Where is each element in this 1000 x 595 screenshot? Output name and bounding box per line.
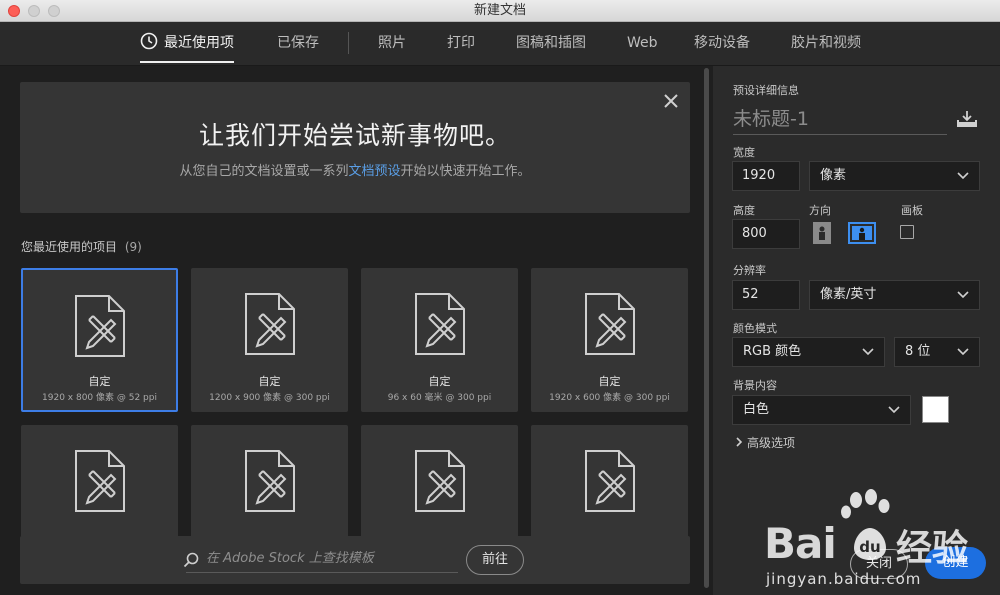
tab-divider	[348, 32, 349, 54]
bit-depth-select[interactable]: 8 位	[894, 337, 980, 367]
window-close-button[interactable]	[8, 5, 20, 17]
recent-item-meta: 96 x 60 毫米 @ 300 ppi	[387, 393, 492, 403]
orientation-label: 方向	[809, 204, 831, 217]
recent-item-meta: 1200 x 900 像素 @ 300 ppi	[209, 393, 330, 403]
preset-details-header: 预设详细信息	[733, 84, 799, 97]
landscape-icon	[848, 222, 876, 244]
resolution-input[interactable]: 52	[732, 280, 800, 310]
landscape-orientation-button[interactable]	[848, 221, 876, 245]
tab-mobile[interactable]: 移动设备	[694, 22, 750, 65]
tab-web[interactable]: Web	[627, 22, 658, 65]
background-value: 白色	[743, 402, 770, 417]
document-file-icon	[74, 450, 125, 512]
color-mode-value: RGB 颜色	[743, 344, 802, 359]
width-label: 宽度	[733, 146, 755, 159]
recent-items-label: 您最近使用的项目 (9)	[21, 238, 142, 255]
document-presets-link[interactable]: 文档预设	[348, 164, 400, 179]
tab-recent-label: 最近使用项	[164, 35, 234, 51]
color-mode-select[interactable]: RGB 颜色	[732, 337, 885, 367]
document-file-icon	[414, 293, 465, 355]
resolution-unit-select[interactable]: 像素/英寸	[809, 280, 980, 310]
window-minimize-button[interactable]	[28, 5, 40, 17]
background-color-swatch[interactable]	[922, 396, 949, 423]
portrait-icon	[813, 222, 831, 244]
recent-item-name: 自定	[428, 375, 451, 388]
close-button[interactable]: 关闭	[850, 549, 908, 579]
welcome-title: 让我们开始尝试新事物吧。	[198, 121, 511, 150]
welcome-banner: 让我们开始尝试新事物吧。 从您自己的文档设置或一系列文档预设开始以快速开始工作。	[20, 82, 690, 213]
document-file-icon	[414, 450, 465, 512]
recent-items-title: 您最近使用的项目	[21, 240, 118, 254]
document-file-icon	[244, 293, 295, 355]
document-file-icon	[74, 295, 125, 357]
width-unit-select[interactable]: 像素	[809, 161, 980, 191]
recent-item-name: 自定	[88, 375, 111, 388]
welcome-subtitle: 从您自己的文档设置或一系列文档预设开始以快速开始工作。	[20, 160, 690, 179]
chevron-down-icon	[888, 406, 900, 414]
recent-item-name: 自定	[258, 375, 281, 388]
tab-photo[interactable]: 照片	[378, 22, 406, 65]
tab-print[interactable]: 打印	[447, 22, 475, 65]
tab-recent[interactable]: 最近使用项	[140, 22, 234, 65]
stock-search-input[interactable]	[186, 545, 458, 573]
recent-item-card[interactable]: 自定 1200 x 900 像素 @ 300 ppi	[191, 268, 348, 412]
height-input[interactable]: 800	[732, 219, 800, 249]
bit-depth-value: 8 位	[905, 344, 931, 359]
tab-saved[interactable]: 已保存	[277, 22, 319, 65]
chevron-right-icon	[736, 437, 743, 447]
recent-item-meta: 1920 x 600 像素 @ 300 ppi	[549, 393, 670, 403]
create-button[interactable]: 创建	[925, 547, 986, 579]
portrait-orientation-button[interactable]	[811, 221, 835, 245]
close-icon[interactable]	[662, 92, 680, 110]
recent-item-meta: 1920 x 800 像素 @ 52 ppi	[42, 393, 157, 403]
save-preset-icon[interactable]	[957, 110, 977, 128]
background-select[interactable]: 白色	[732, 395, 911, 425]
window-title: 新建文档	[473, 3, 526, 18]
advanced-options-label: 高级选项	[747, 436, 796, 450]
welcome-sub-text: 从您自己的文档设置或一系列	[179, 164, 349, 179]
recent-item-name: 自定	[598, 375, 621, 388]
height-label: 高度	[733, 204, 755, 217]
color-mode-label: 颜色模式	[733, 322, 777, 335]
go-button[interactable]: 前往	[466, 545, 524, 575]
artboard-label: 画板	[901, 204, 923, 217]
recent-items-count: (9)	[124, 240, 142, 254]
clock-icon	[140, 32, 158, 50]
document-file-icon	[244, 450, 295, 512]
category-tabbar: 最近使用项 已保存 照片 打印 图稿和插图 Web 移动设备 胶片和视频	[0, 22, 1000, 66]
window-titlebar: 新建文档	[0, 0, 1000, 22]
width-input[interactable]: 1920	[732, 161, 800, 191]
scrollbar[interactable]	[704, 68, 709, 588]
recent-item-card[interactable]: 自定 1920 x 600 像素 @ 300 ppi	[531, 268, 688, 412]
document-file-icon	[584, 293, 635, 355]
document-name-field[interactable]: 未标题-1	[733, 106, 947, 135]
tab-art-illustration[interactable]: 图稿和插图	[516, 22, 586, 65]
width-unit-value: 像素	[820, 168, 847, 183]
artboard-checkbox[interactable]	[900, 225, 914, 239]
document-file-icon	[584, 450, 635, 512]
background-label: 背景内容	[733, 379, 777, 392]
tab-film-video[interactable]: 胶片和视频	[791, 22, 861, 65]
welcome-sub-text-end: 开始以快速开始工作。	[400, 164, 531, 179]
recent-item-card[interactable]: 自定 96 x 60 毫米 @ 300 ppi	[361, 268, 518, 412]
chevron-down-icon	[957, 348, 969, 356]
chevron-down-icon	[862, 348, 874, 356]
resolution-unit-value: 像素/英寸	[820, 287, 877, 302]
window-maximize-button[interactable]	[48, 5, 60, 17]
recent-item-card[interactable]: 自定 1920 x 800 像素 @ 52 ppi	[21, 268, 178, 412]
resolution-label: 分辨率	[733, 264, 766, 277]
advanced-options-toggle[interactable]: 高级选项	[735, 434, 795, 451]
chevron-down-icon	[957, 172, 969, 180]
chevron-down-icon	[957, 291, 969, 299]
